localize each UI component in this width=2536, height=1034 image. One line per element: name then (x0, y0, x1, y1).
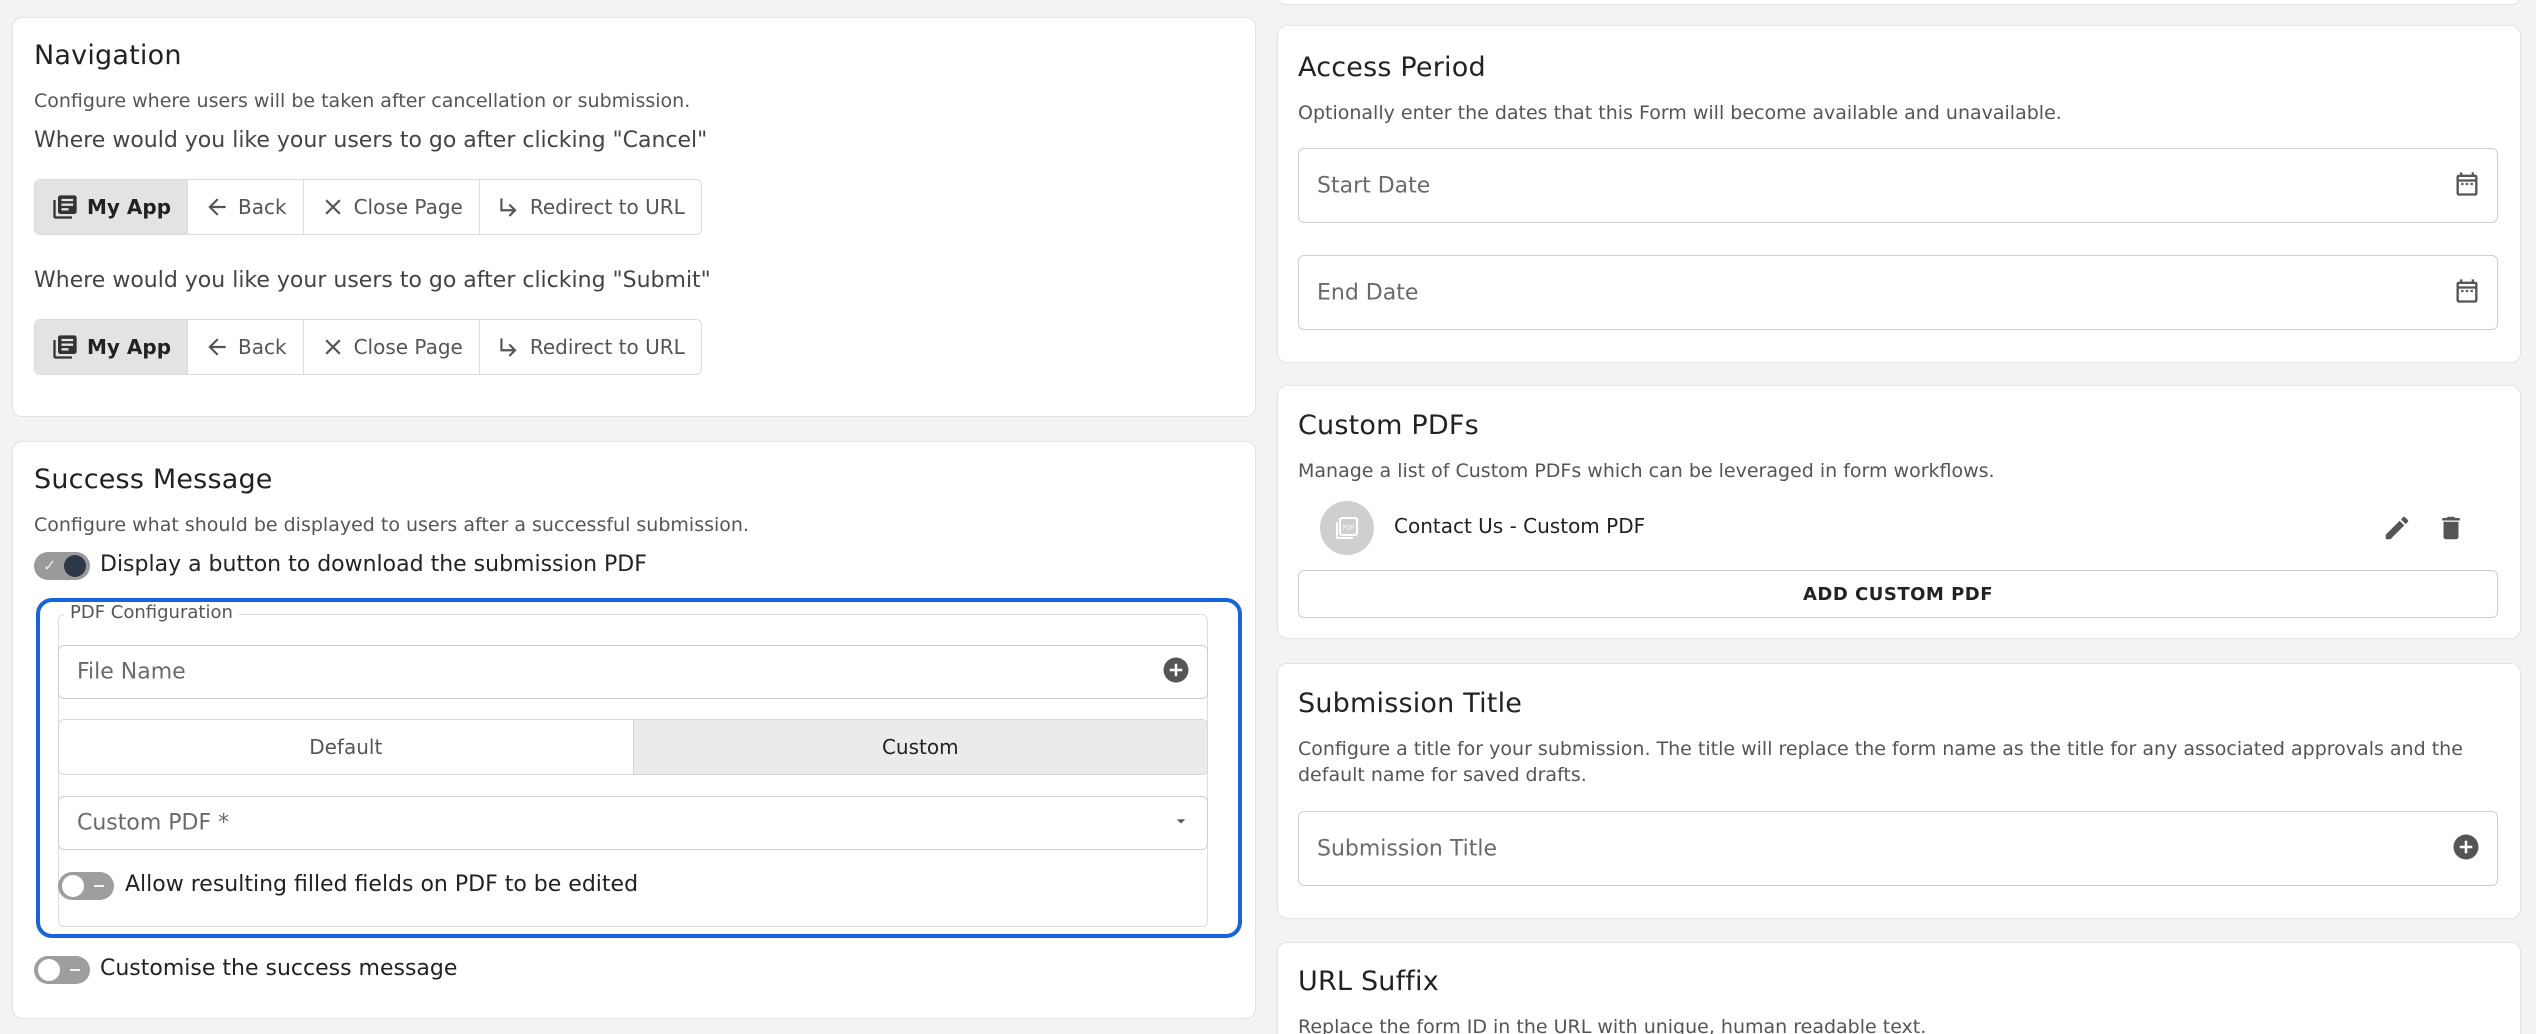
option-label: Redirect to URL (529, 195, 685, 219)
option-label: Close Page (353, 335, 463, 359)
library-icon (51, 333, 79, 361)
submit-option-back[interactable]: Back (188, 320, 304, 374)
subdirectory-arrow-right-icon (496, 194, 522, 220)
calendar-icon[interactable] (2453, 170, 2481, 202)
library-icon (51, 193, 79, 221)
submit-destination-group: My App Back Close Page Redirect to URL (34, 319, 702, 375)
delete-icon[interactable] (2436, 513, 2466, 547)
check-icon: ✓ (43, 556, 57, 575)
allow-edit-toggle-label: Allow resulting filled fields on PDF to … (125, 872, 639, 897)
pdf-file-icon: PDF (1320, 501, 1374, 555)
access-period-title: Access Period (1298, 52, 1486, 83)
file-name-input[interactable]: File Name (58, 645, 1208, 699)
option-label: Back (238, 195, 287, 219)
success-message-title: Success Message (34, 464, 273, 495)
submit-question: Where would you like your users to go af… (34, 268, 711, 293)
dropdown-arrow-icon (1171, 811, 1191, 835)
toggle-knob (64, 555, 86, 577)
submit-option-redirect[interactable]: Redirect to URL (480, 320, 701, 374)
custom-pdfs-description: Manage a list of Custom PDFs which can b… (1298, 460, 1995, 482)
submission-title-placeholder: Submission Title (1317, 836, 1497, 861)
option-label: Back (238, 335, 287, 359)
subdirectory-arrow-right-icon (496, 334, 522, 360)
cancel-question: Where would you like your users to go af… (34, 128, 708, 153)
cancel-destination-group: My App Back Close Page Redirect to URL (34, 179, 702, 235)
toggle-knob (62, 875, 84, 897)
allow-edit-toggle[interactable] (58, 872, 114, 900)
navigation-description: Configure where users will be taken afte… (34, 90, 691, 112)
start-date-placeholder: Start Date (1317, 173, 1431, 198)
cancel-option-close-page[interactable]: Close Page (304, 180, 480, 234)
end-date-placeholder: End Date (1317, 280, 1419, 305)
add-circle-icon[interactable] (2451, 832, 2481, 866)
tab-custom[interactable]: Custom (632, 720, 1207, 774)
start-date-input[interactable]: Start Date (1298, 148, 2498, 223)
option-label: Redirect to URL (529, 335, 685, 359)
pdf-configuration-legend: PDF Configuration (64, 602, 239, 623)
edit-icon[interactable] (2382, 513, 2412, 547)
add-custom-pdf-button[interactable]: ADD CUSTOM PDF (1298, 570, 2498, 618)
close-icon (320, 194, 346, 220)
option-label: My App (87, 195, 172, 219)
submit-option-close-page[interactable]: Close Page (304, 320, 480, 374)
submission-title-heading: Submission Title (1298, 688, 1523, 719)
cancel-option-back[interactable]: Back (188, 180, 304, 234)
top-partial-card (1277, 0, 2521, 5)
file-name-placeholder: File Name (77, 659, 186, 685)
toggle-knob (38, 959, 60, 981)
arrow-left-icon (204, 194, 230, 220)
close-icon (320, 334, 346, 360)
submission-title-input[interactable]: Submission Title (1298, 811, 2498, 886)
custom-pdf-select[interactable]: Custom PDF * (58, 796, 1208, 850)
download-pdf-toggle-label: Display a button to download the submiss… (100, 552, 647, 577)
arrow-left-icon (204, 334, 230, 360)
customise-success-toggle[interactable] (34, 956, 90, 984)
option-label: Close Page (353, 195, 463, 219)
custom-pdfs-title: Custom PDFs (1298, 410, 1479, 441)
tab-default[interactable]: Default (59, 720, 633, 774)
pdf-source-toggle: Default Custom (58, 719, 1208, 775)
toggle-dash (70, 969, 80, 971)
customise-success-toggle-label: Customise the success message (100, 956, 458, 981)
url-suffix-description: Replace the form ID in the URL with uniq… (1298, 1016, 1927, 1034)
add-circle-icon[interactable] (1161, 655, 1191, 689)
toggle-dash (94, 885, 104, 887)
cancel-option-redirect[interactable]: Redirect to URL (480, 180, 701, 234)
svg-text:PDF: PDF (1343, 525, 1355, 532)
success-message-description: Configure what should be displayed to us… (34, 514, 749, 536)
submission-title-description-line1: Configure a title for your submission. T… (1298, 738, 2463, 760)
access-period-description: Optionally enter the dates that this For… (1298, 102, 2062, 124)
download-pdf-toggle[interactable]: ✓ (34, 552, 90, 580)
custom-pdf-placeholder: Custom PDF * (77, 810, 230, 836)
url-suffix-title: URL Suffix (1298, 966, 1439, 997)
calendar-icon[interactable] (2453, 277, 2481, 309)
navigation-title: Navigation (34, 40, 182, 71)
cancel-option-my-app[interactable]: My App (35, 180, 189, 234)
custom-pdf-name: Contact Us - Custom PDF (1394, 514, 1646, 538)
end-date-input[interactable]: End Date (1298, 255, 2498, 330)
submission-title-description-line2: default name for saved drafts. (1298, 764, 1587, 786)
option-label: My App (87, 335, 172, 359)
submit-option-my-app[interactable]: My App (35, 320, 189, 374)
